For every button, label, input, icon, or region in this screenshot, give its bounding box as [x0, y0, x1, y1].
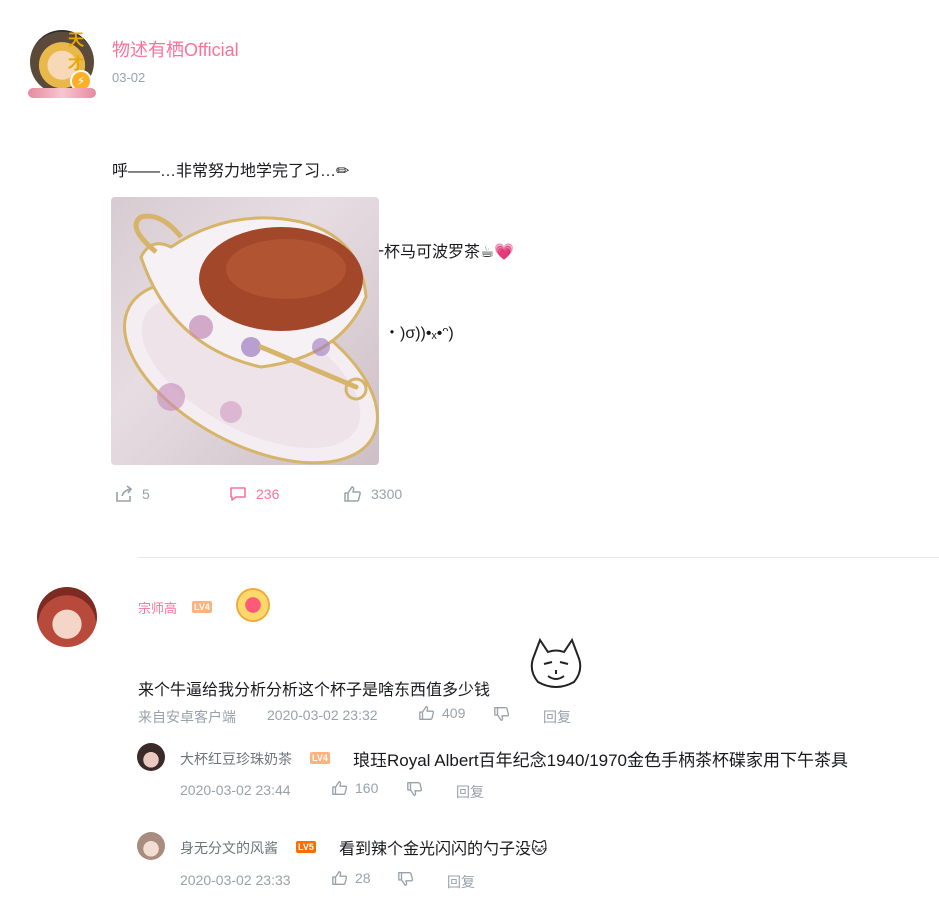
reply-like-button[interactable]: 28: [331, 869, 371, 887]
reply-time: 2020-03-02 23:33: [180, 872, 291, 888]
section-divider: [138, 557, 939, 558]
reply-author-name[interactable]: 大杯红豆珍珠奶茶: [180, 749, 292, 769]
reply-text: 琅珏Royal Albert百年纪念1940/1970金色手柄茶杯碟家用下午茶具: [353, 751, 849, 770]
reply-like-button[interactable]: 160: [331, 779, 378, 797]
comment-reply-button[interactable]: 回复: [543, 707, 571, 727]
reply-dislike-button[interactable]: [397, 870, 415, 888]
reply-time: 2020-03-02 23:44: [180, 782, 291, 798]
cat-face-sticker-icon: [530, 637, 582, 688]
thumbs-down-icon: [398, 872, 414, 886]
reply-text: 看到辣个金光闪闪的勺子没🐱: [339, 841, 548, 858]
share-count: 5: [142, 486, 150, 502]
level-badge: LV5: [296, 841, 316, 853]
reply-avatar[interactable]: [137, 832, 165, 860]
reply-reply-button[interactable]: 回复: [447, 872, 475, 892]
comment-count: 236: [256, 486, 280, 502]
reply-reply-button[interactable]: 回复: [456, 782, 484, 802]
reply-like-count: 28: [355, 870, 371, 886]
thumbs-down-icon: [407, 782, 423, 796]
like-count: 3300: [371, 486, 403, 502]
share-icon: [116, 485, 133, 502]
reply-avatar[interactable]: [137, 743, 165, 771]
thumbs-up-icon: [344, 486, 361, 502]
avatar-frame-decoration: [28, 88, 96, 98]
comment-text: 来个牛逼给我分析分析这个杯子是啥东西值多少钱: [138, 682, 491, 699]
commenter-avatar[interactable]: [37, 587, 97, 647]
level-badge: LV4: [310, 752, 330, 764]
thumbs-up-icon: [332, 781, 348, 795]
post-text-line: 呼——…非常努力地学完了习…✏: [112, 163, 350, 180]
crown-icon: 天才: [68, 30, 85, 73]
post-date: 03-02: [112, 70, 146, 85]
post-image-teacup[interactable]: [111, 197, 379, 465]
post-author-name[interactable]: 物述有栖Official: [112, 36, 239, 62]
comment-time: 2020-03-02 23:32: [267, 707, 378, 723]
reply-like-count: 160: [355, 780, 379, 796]
comment-button[interactable]: 236: [228, 484, 279, 504]
like-button[interactable]: 3300: [343, 484, 402, 504]
share-button[interactable]: 5: [114, 484, 150, 504]
comment-like-count: 409: [442, 705, 466, 721]
comment-bubble-icon: [230, 487, 246, 501]
post-author-avatar[interactable]: 天才 ⚡: [28, 30, 96, 98]
comment-source: 来自安卓客户端: [138, 709, 236, 725]
thumbs-up-icon: [419, 706, 435, 720]
reply-dislike-button[interactable]: [406, 780, 424, 798]
reply-author-name[interactable]: 身无分文的风酱: [180, 838, 278, 858]
commenter-name[interactable]: 宗师高: [138, 598, 177, 617]
thumbs-down-icon: [494, 707, 510, 721]
comment-like-button[interactable]: 409: [418, 704, 465, 722]
teacup-illustration: [123, 213, 379, 465]
thumbs-up-icon: [332, 871, 348, 885]
comment-dislike-button[interactable]: [493, 705, 511, 723]
heart-medal-icon: [236, 588, 270, 622]
level-badge: LV4: [192, 601, 212, 613]
